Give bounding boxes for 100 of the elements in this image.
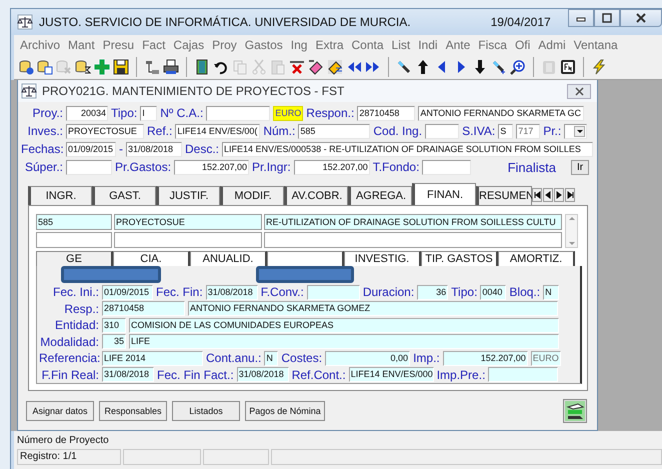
menu-item[interactable]: Mant <box>64 38 99 52</box>
input-field[interactable] <box>422 160 472 174</box>
currency-field[interactable]: EURO <box>273 106 304 120</box>
tab[interactable] <box>267 251 344 266</box>
save-icon[interactable] <box>113 59 129 75</box>
input-field[interactable] <box>206 106 270 120</box>
input-field[interactable]: 31/08/2018 <box>126 142 182 156</box>
input-field[interactable]: EURO <box>530 350 561 366</box>
menu-item[interactable]: Presu <box>98 38 138 52</box>
input-field[interactable]: 36 <box>417 284 448 300</box>
input-field[interactable] <box>425 124 460 138</box>
tab[interactable]: MODIF. <box>220 186 284 205</box>
rewind-icon[interactable] <box>346 59 362 75</box>
input-field[interactable]: ANTONIO FERNANDO SKARMETA GOMEZ <box>188 301 558 316</box>
input-field[interactable] <box>66 160 112 174</box>
delete-icon[interactable] <box>289 59 305 75</box>
undo-icon[interactable] <box>213 59 229 75</box>
minimize-button[interactable] <box>568 9 594 27</box>
exit-button[interactable] <box>563 399 587 423</box>
menu-item[interactable]: Cajas <box>169 38 208 52</box>
input-field[interactable]: 35 <box>102 334 126 350</box>
eraser-icon[interactable] <box>327 59 343 75</box>
database-help-icon[interactable] <box>18 59 34 75</box>
input-field[interactable]: LIFE14 ENV/ES/00( <box>175 124 260 138</box>
menu-item[interactable]: Indi <box>414 38 442 52</box>
input-field[interactable]: I <box>140 106 158 120</box>
input-field[interactable]: 310 <box>102 318 126 333</box>
menu-item[interactable]: Fisca <box>474 38 511 52</box>
input-field[interactable]: 31/08/2018 <box>236 367 289 382</box>
input-field[interactable]: 31/08/2018 <box>206 284 258 300</box>
input-field[interactable]: 28710458 <box>102 301 185 316</box>
input-field[interactable]: 0040 <box>480 284 506 300</box>
scrollbar[interactable] <box>565 214 578 248</box>
input-field[interactable]: 01/09/2015 <box>66 142 116 156</box>
action-button[interactable]: Pagos de Nómina <box>245 401 325 421</box>
tab[interactable]: FINAN. <box>412 183 476 205</box>
action-button[interactable]: Responsables <box>99 401 167 421</box>
tab[interactable]: ANUALID. <box>190 251 267 266</box>
menu-item[interactable]: Ante <box>442 38 474 52</box>
input-field[interactable]: 20034 <box>66 106 108 120</box>
menu-item[interactable]: Fact <box>138 38 170 52</box>
wand-icon[interactable] <box>491 59 507 75</box>
zoom-in-icon[interactable] <box>510 59 526 75</box>
input-field[interactable]: 152.207,00 <box>294 160 370 174</box>
database-sum-icon[interactable] <box>75 59 91 75</box>
action-button[interactable]: Asignar datos <box>26 401 94 421</box>
action-button[interactable]: Listados <box>172 401 240 421</box>
input-field[interactable]: 0,00 <box>325 350 410 366</box>
menu-item[interactable]: Conta <box>348 38 388 52</box>
menu-item[interactable]: Proy <box>208 38 241 52</box>
input-field[interactable]: 28710458 <box>357 106 416 120</box>
tab[interactable]: CIA. <box>113 251 190 266</box>
lightning-icon[interactable] <box>591 59 607 75</box>
previous-button[interactable] <box>543 188 553 202</box>
first-button[interactable] <box>532 188 542 202</box>
menu-item[interactable]: Archivo <box>16 38 64 52</box>
maximize-button[interactable] <box>594 9 620 27</box>
next-button[interactable] <box>554 188 564 202</box>
input-field[interactable]: 152.207,00 <box>442 350 528 366</box>
input-field[interactable]: 717 <box>516 124 540 138</box>
function-key-icon[interactable] <box>560 59 576 75</box>
tab[interactable]: INGR. <box>28 186 92 205</box>
input-field[interactable]: COMISION DE LAS COMUNIDADES EUROPEAS <box>129 318 559 333</box>
go-button[interactable]: Ir <box>571 160 589 174</box>
eraser-icon[interactable] <box>308 59 324 75</box>
menu-item[interactable]: Admi <box>534 38 570 52</box>
input-field[interactable]: 585 <box>298 124 370 138</box>
input-field[interactable]: ANTONIO FERNANDO SKARMETA GC <box>418 106 584 120</box>
tab[interactable]: AV.COBR. <box>284 186 348 205</box>
database-table-icon[interactable] <box>37 59 53 75</box>
close-button[interactable] <box>567 84 591 98</box>
printer-icon[interactable] <box>163 59 179 75</box>
close-button[interactable] <box>620 9 662 27</box>
input-field[interactable]: S <box>498 124 514 138</box>
input-field[interactable] <box>306 284 360 300</box>
tab[interactable]: JUSTIF. <box>156 186 220 205</box>
menu-item[interactable]: Ventana <box>570 38 622 52</box>
last-button[interactable] <box>565 188 575 202</box>
input-field[interactable]: N <box>264 350 278 366</box>
arrow-up-icon[interactable] <box>415 59 431 75</box>
tab[interactable]: GE <box>36 251 113 266</box>
input-field[interactable]: 152.207,00 <box>174 160 250 174</box>
input-field[interactable]: 01/09/2015 <box>102 284 153 300</box>
input-field[interactable]: 31/08/2018 <box>102 367 154 382</box>
door-icon[interactable] <box>194 59 210 75</box>
tab[interactable]: AGREGA. <box>348 186 412 205</box>
input-field[interactable]: LIFE <box>129 334 559 350</box>
fast-forward-icon[interactable] <box>365 59 381 75</box>
menu-item[interactable]: Extra <box>311 38 348 52</box>
input-field[interactable] <box>488 367 558 382</box>
dropdown[interactable] <box>564 124 588 138</box>
menu-item[interactable]: Ofi <box>510 38 534 52</box>
tab[interactable]: AMORTIZ. <box>498 251 575 266</box>
input-field[interactable]: LIFE14 ENV/ES/000 <box>348 367 434 382</box>
tab[interactable]: INVESTIG. <box>344 251 421 266</box>
input-field[interactable]: LIFE14 ENV/ES/000538 - RE-UTILIZATION OF DRAINAGE SOLUTION FROM SOILLES <box>222 142 594 156</box>
input-field[interactable]: N <box>543 284 560 300</box>
wand-icon[interactable] <box>396 59 412 75</box>
tab[interactable]: GAST. <box>92 186 156 205</box>
menu-item[interactable]: Gastos <box>240 38 287 52</box>
